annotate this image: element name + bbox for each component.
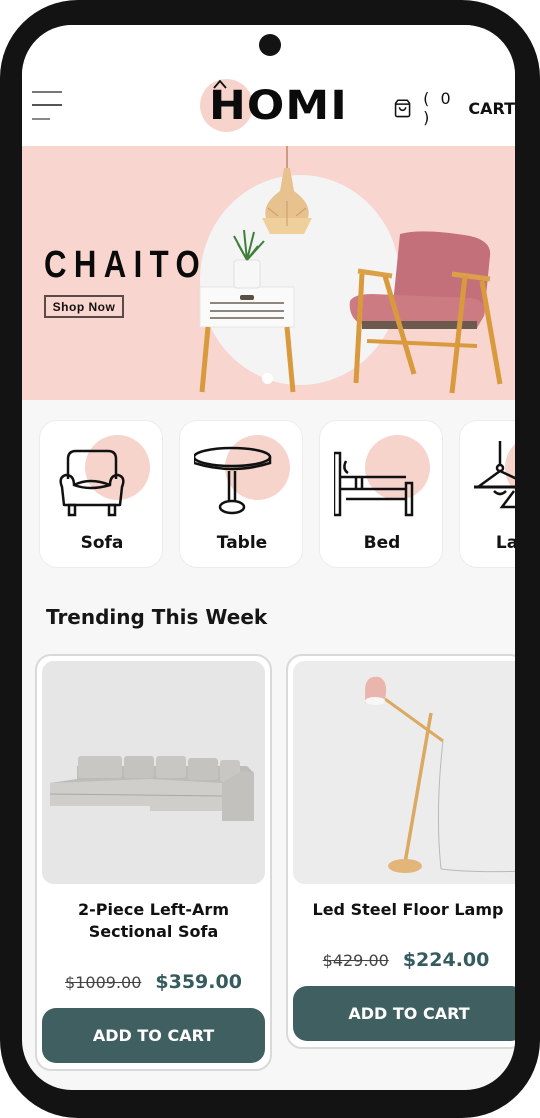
- bed-icon: [334, 451, 414, 517]
- product-name[interactable]: 2-Piece Left-Arm Sectional Sofa: [41, 899, 266, 943]
- banner-title: CHAITO: [44, 244, 208, 286]
- shop-now-button[interactable]: Shop Now: [44, 295, 124, 318]
- sectional-sofa-image: [42, 661, 265, 884]
- category-label: Bed: [363, 533, 401, 553]
- category-label: Table: [216, 533, 268, 553]
- product-prices: $429.00 $224.00: [288, 949, 515, 971]
- phone-frame: HOMI ( 0 ) CART CHAITO Shop Now Sofa Tab…: [0, 0, 540, 1118]
- cart-label: CART: [468, 98, 515, 118]
- product-prices: $1009.00 $359.00: [37, 971, 270, 993]
- floor-lamp-image: [293, 661, 515, 884]
- product-image[interactable]: [42, 661, 265, 884]
- add-to-cart-button[interactable]: ADD TO CART: [293, 986, 515, 1041]
- app-screen: HOMI ( 0 ) CART CHAITO Shop Now Sofa Tab…: [22, 25, 515, 1090]
- shopping-bag-icon: [394, 99, 411, 118]
- product-image[interactable]: [293, 661, 515, 884]
- original-price: $1009.00: [65, 973, 142, 992]
- cart-count: ( 0 ): [423, 89, 454, 127]
- product-card[interactable]: 2-Piece Left-Arm Sectional Sofa $1009.00…: [35, 654, 272, 1071]
- camera-notch: [259, 34, 281, 56]
- round-table-icon: [194, 446, 272, 515]
- menu-line-icon: [32, 118, 50, 120]
- logo-text: HOMI: [209, 83, 348, 129]
- hero-banner[interactable]: CHAITO Shop Now: [22, 146, 515, 400]
- armchair-icon: [59, 449, 125, 517]
- add-to-cart-button[interactable]: ADD TO CART: [42, 1008, 265, 1063]
- cart-button[interactable]: ( 0 ) CART: [394, 89, 515, 127]
- sale-price: $359.00: [155, 971, 242, 993]
- product-card[interactable]: Led Steel Floor Lamp $429.00 $224.00 ADD…: [286, 654, 515, 1049]
- menu-line-icon: [32, 91, 62, 93]
- menu-line-icon: [32, 104, 62, 106]
- category-card-bed[interactable]: Bed: [319, 420, 443, 568]
- category-card-lamp[interactable]: Lamp: [459, 420, 515, 568]
- category-label: Sofa: [80, 533, 124, 553]
- product-name[interactable]: Led Steel Floor Lamp: [292, 899, 515, 921]
- category-card-table[interactable]: Table: [179, 420, 303, 568]
- category-carousel[interactable]: Sofa Table Bed L: [22, 420, 515, 570]
- carousel-dot-active[interactable]: [262, 373, 273, 384]
- pendant-lamp-icon: [474, 441, 515, 509]
- sale-price: $224.00: [402, 949, 490, 971]
- hamburger-menu-button[interactable]: [32, 90, 64, 124]
- category-label: Lamp: [495, 533, 515, 553]
- trending-section-title: Trending This Week: [46, 605, 268, 629]
- original-price: $429.00: [322, 951, 389, 970]
- brand-logo[interactable]: HOMI: [193, 77, 353, 137]
- category-card-sofa[interactable]: Sofa: [39, 420, 163, 568]
